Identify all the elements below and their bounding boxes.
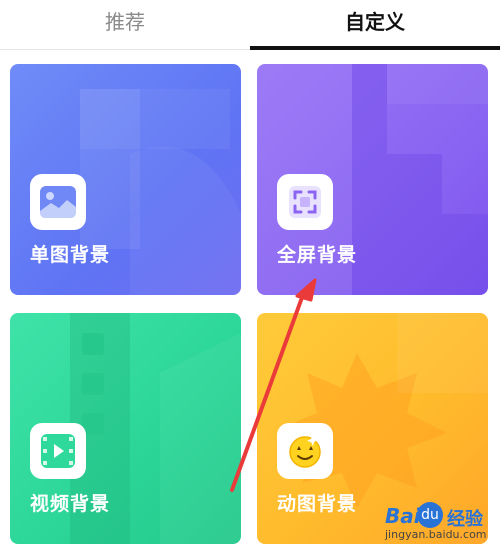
animated-sticker-icon xyxy=(277,423,333,479)
card-fullscreen-background[interactable]: 全屏背景 xyxy=(257,64,488,295)
card-video-background[interactable]: 视频背景 xyxy=(10,313,241,544)
watermark-logo-text: Bai xyxy=(385,504,421,528)
card-single-image-background[interactable]: 单图背景 xyxy=(10,64,241,295)
card-label: 全屏背景 xyxy=(277,244,358,266)
fullscreen-icon xyxy=(277,174,333,230)
video-play-icon xyxy=(30,423,86,479)
tab-recommend[interactable]: 推荐 xyxy=(0,0,250,50)
card-label: 动图背景 xyxy=(277,493,358,515)
active-tab-indicator xyxy=(250,46,500,50)
tab-custom[interactable]: 自定义 xyxy=(250,0,500,50)
baidu-jingyan-watermark: Bai du 经验 jingyan.baidu.com xyxy=(385,502,495,542)
image-icon xyxy=(30,174,86,230)
card-label: 单图背景 xyxy=(30,244,111,266)
card-label: 视频背景 xyxy=(30,493,111,515)
paw-icon: du xyxy=(417,502,443,528)
watermark-url: jingyan.baidu.com xyxy=(385,528,487,541)
tab-bar: 推荐 自定义 xyxy=(0,0,500,50)
